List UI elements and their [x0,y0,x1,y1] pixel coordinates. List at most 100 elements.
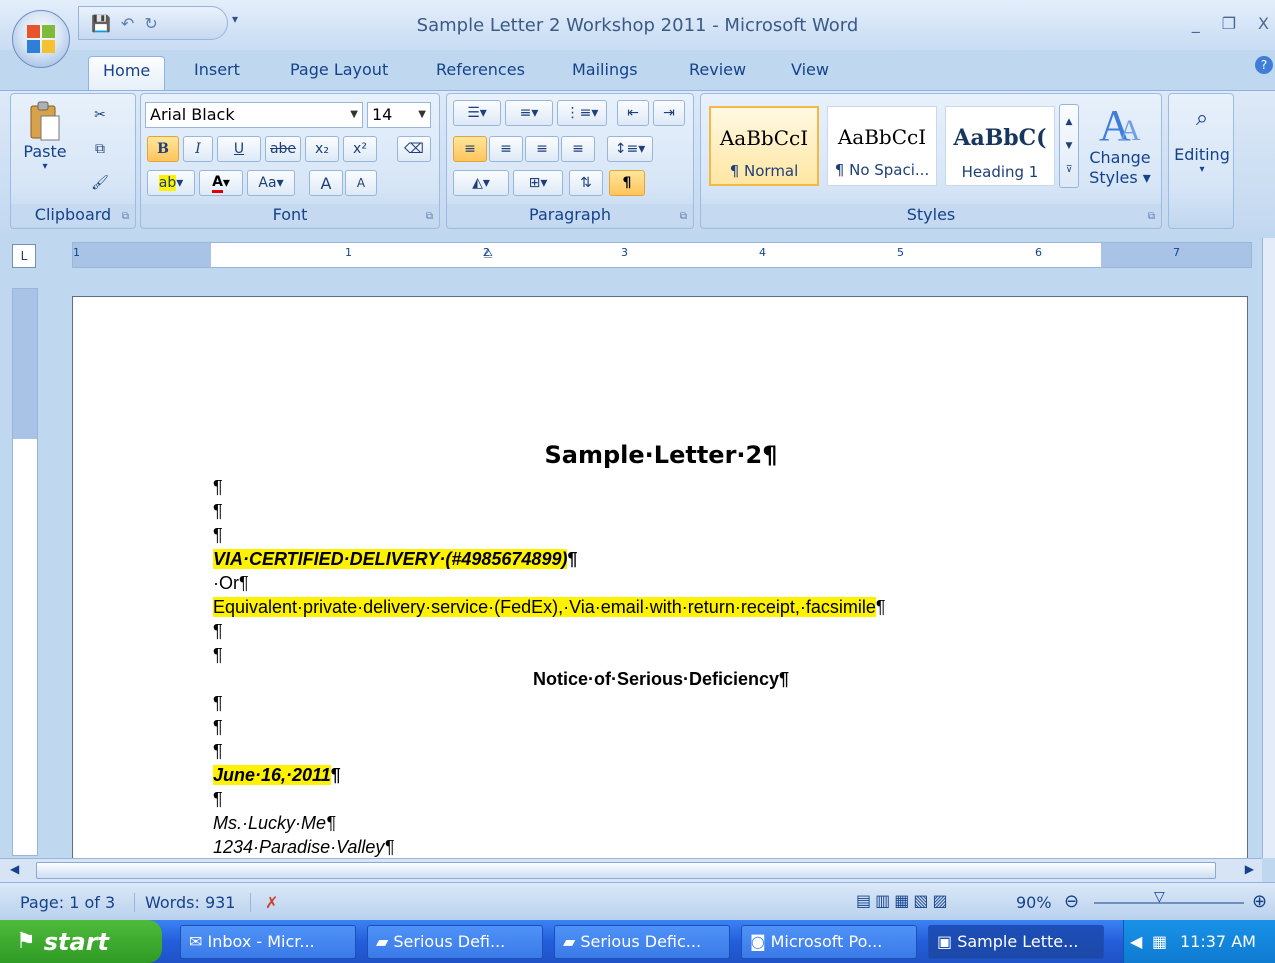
underline-button[interactable]: U [217,136,261,162]
font-size-box[interactable]: 14 ▼ [367,102,431,128]
editing-button[interactable]: ⌕ Editing ▾ [1173,106,1231,175]
minimize-button[interactable]: _ [1192,14,1200,33]
zoom-level[interactable]: 90% [1016,893,1052,912]
date-line[interactable]: June·16,·2011¶ [213,763,1113,787]
style-normal[interactable]: AaBbCcI ¶ Normal [709,106,819,186]
taskbar-item-folder-2[interactable]: ▰ Serious Defic... [554,925,730,959]
clipboard-launcher-icon[interactable]: ⧉ [122,211,129,222]
shading-button[interactable]: ◭▾ [453,170,509,196]
page[interactable]: Sample·Letter·2¶ ¶ ¶ ¶ VIA·CERTIFIED·DEL… [72,296,1248,858]
zoom-in-icon[interactable]: ⊕ [1252,891,1267,912]
tab-home[interactable]: Home [88,56,166,90]
taskbar-item-inbox[interactable]: ✉ Inbox - Micr... [180,925,356,959]
scroll-left-icon[interactable]: ◀ [10,862,19,876]
network-icon[interactable]: ▦ [1152,920,1167,963]
help-icon[interactable]: ? [1255,56,1273,74]
tab-view[interactable]: View [777,56,843,90]
view-buttons[interactable]: ▤▥▦▧▨ [856,891,952,910]
word-count[interactable]: Words: 931 [134,893,235,912]
shrink-font-button[interactable]: A [345,170,377,196]
font-launcher-icon[interactable]: ⧉ [426,211,433,222]
recipient-address-line[interactable]: 1234·Paradise·Valley¶ [213,835,1113,858]
delivery-method-line[interactable]: VIA·CERTIFIED·DELIVERY·(#4985674899)¶ [213,547,1113,571]
tab-insert[interactable]: Insert [180,56,254,90]
style-heading-1[interactable]: AaBbC( Heading 1 [945,106,1055,186]
increase-indent-icon[interactable]: ⇥ [653,100,685,126]
proofing-icon[interactable]: ✗ [250,893,278,912]
office-button[interactable] [12,10,70,68]
start-button[interactable]: ⚑ start [0,920,162,963]
document-area[interactable]: Sample·Letter·2¶ ¶ ¶ ¶ VIA·CERTIFIED·DEL… [44,278,1262,858]
tab-mailings[interactable]: Mailings [558,56,652,90]
superscript-button[interactable]: x² [343,136,377,162]
page-count[interactable]: Page: 1 of 3 [20,893,115,912]
paste-button[interactable]: Paste ▾ [21,100,69,172]
clock[interactable]: 11:37 AM [1180,932,1256,951]
tab-review[interactable]: Review [675,56,760,90]
tab-page-layout[interactable]: Page Layout [276,56,402,90]
align-left-icon[interactable]: ≡ [453,136,487,162]
horizontal-scrollbar[interactable]: ◀ ▶ [0,858,1262,882]
or-line[interactable]: ·Or¶ [213,571,1113,595]
horizontal-scroll-thumb[interactable] [36,862,1216,879]
font-name-dropdown-icon[interactable]: ▼ [350,103,358,127]
bullets-button[interactable]: ☰▾ [453,100,501,126]
paragraph-launcher-icon[interactable]: ⧉ [680,211,687,222]
change-styles-button[interactable]: A A Change Styles ▾ [1085,100,1155,188]
doc-line[interactable]: ¶ [213,643,1113,667]
styles-more-icon[interactable]: ⊽ [1066,165,1073,175]
style-no-spacing[interactable]: AaBbCcI ¶ No Spaci... [827,106,937,186]
vertical-scrollbar[interactable] [1262,238,1275,858]
justify-icon[interactable]: ≡ [561,136,595,162]
italic-button[interactable]: I [183,136,213,162]
scroll-right-icon[interactable]: ▶ [1245,862,1254,876]
zoom-slider-thumb[interactable]: ▽ [1154,889,1165,905]
tab-selector[interactable]: L [12,244,36,268]
grow-font-button[interactable]: A [309,170,343,196]
change-case-button[interactable]: Aa ▾ [247,170,295,196]
font-size-dropdown-icon[interactable]: ▼ [418,103,426,127]
copy-icon[interactable]: ⧉ [85,136,115,162]
borders-button[interactable]: ⊞▾ [513,170,563,196]
styles-launcher-icon[interactable]: ⧉ [1148,211,1155,222]
clear-formatting-icon[interactable]: ⌫ [397,136,431,162]
cut-icon[interactable]: ✂ [85,102,115,128]
subscript-button[interactable]: x₂ [305,136,339,162]
doc-line[interactable]: ¶ [213,787,1113,811]
styles-scroll[interactable]: ▲ ▼ ⊽ [1059,104,1079,188]
horizontal-ruler[interactable]: 1 1 ⧋ 2 3 4 5 6 7 [72,242,1252,268]
vertical-ruler[interactable] [12,288,38,856]
taskbar-item-folder-1[interactable]: ▰ Serious Defi... [367,925,543,959]
doc-line[interactable]: ¶ [213,523,1113,547]
recipient-name-line[interactable]: Ms.·Lucky·Me¶ [213,811,1113,835]
taskbar-item-word[interactable]: ▣ Sample Lette... [928,925,1104,959]
doc-line[interactable]: ¶ [213,619,1113,643]
doc-line[interactable]: ¶ [213,715,1113,739]
close-button[interactable]: X [1258,14,1269,33]
equivalent-service-line[interactable]: Equivalent·private·delivery·service·(Fed… [213,595,1113,619]
format-painter-icon[interactable]: 🖌 [85,170,115,196]
styles-down-icon[interactable]: ▼ [1066,141,1073,151]
document-title[interactable]: Sample·Letter·2¶ [73,439,1249,471]
doc-line[interactable]: ¶ [213,739,1113,763]
restore-button[interactable]: ❐ [1222,14,1236,33]
zoom-slider[interactable] [1094,902,1244,904]
notice-heading[interactable]: Notice·of·Serious·Deficiency¶ [73,667,1249,691]
doc-line[interactable]: ¶ [213,499,1113,523]
highlight-color-button[interactable]: ab ▾ [147,170,195,196]
tray-expand-icon[interactable]: ◀ [1130,920,1142,963]
multilevel-list-button[interactable]: ⋮≡▾ [557,100,607,126]
paste-dropdown-icon[interactable]: ▾ [42,161,47,172]
document-body[interactable]: Sample·Letter·2¶ ¶ ¶ ¶ VIA·CERTIFIED·DEL… [213,439,1113,858]
sort-icon[interactable]: ⇅ [569,170,603,196]
show-hide-marks-button[interactable]: ¶ [609,170,645,196]
taskbar-item-powerpoint[interactable]: ◙ Microsoft Po... [741,925,917,959]
font-color-button[interactable]: A ▾ [199,170,243,196]
numbering-button[interactable]: ≡▾ [505,100,553,126]
bold-button[interactable]: B [147,136,179,162]
decrease-indent-icon[interactable]: ⇤ [617,100,649,126]
doc-line[interactable]: ¶ [213,691,1113,715]
zoom-out-icon[interactable]: ⊖ [1064,891,1079,912]
align-center-icon[interactable]: ≡ [489,136,523,162]
doc-line[interactable]: ¶ [213,475,1113,499]
